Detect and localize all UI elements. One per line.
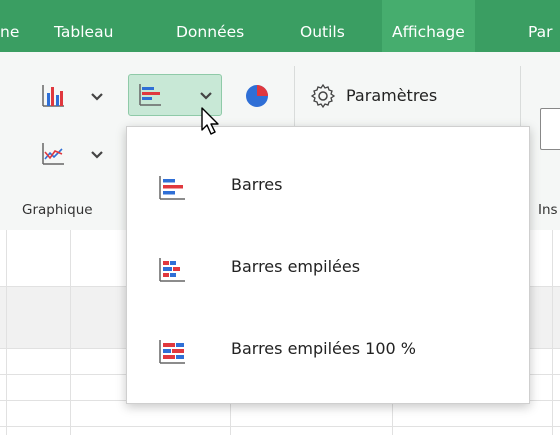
line-chart-button[interactable]	[40, 136, 104, 172]
insert-object-icon[interactable]	[540, 108, 560, 150]
chevron-down-icon	[91, 93, 103, 101]
bar-chart-icon	[139, 84, 161, 106]
menu-file-partial[interactable]: ne	[0, 0, 19, 52]
dropdown-item-label: Barres empilées 100 %	[231, 339, 416, 358]
dropdown-item-barres-empilees[interactable]: Barres empilées	[127, 233, 529, 305]
chart-settings-button[interactable]: Paramètres	[310, 78, 490, 114]
dropdown-item-label: Barres empilées	[231, 257, 361, 276]
line-chart-icon	[42, 143, 64, 165]
grid-line	[0, 426, 560, 427]
dropdown-item-barres[interactable]: Barres	[127, 151, 529, 223]
bar-chart-icon	[159, 176, 185, 200]
grid-line	[70, 230, 71, 435]
settings-label: Paramètres	[346, 86, 438, 105]
menu-tableau[interactable]: Tableau	[54, 0, 113, 52]
stacked-bar-100-chart-icon	[159, 340, 185, 364]
pie-chart-icon	[246, 85, 268, 107]
dropdown-item-label: Barres	[231, 175, 283, 194]
column-chart-button[interactable]	[40, 78, 104, 114]
pie-chart-button[interactable]	[244, 78, 274, 114]
grid-line	[6, 230, 7, 435]
group-label-insert: Ins	[538, 202, 558, 218]
gear-icon	[310, 83, 336, 109]
menu-outils[interactable]: Outils	[300, 0, 345, 52]
menu-partial-right[interactable]: Par	[528, 0, 553, 52]
menu-affichage[interactable]: Affichage	[382, 0, 475, 52]
mouse-cursor-icon	[201, 107, 219, 135]
column-chart-icon	[42, 85, 64, 107]
chevron-down-icon	[200, 92, 212, 100]
menu-donnees[interactable]: Données	[176, 0, 244, 52]
menu-bar: ne Tableau Données Outils Affichage Par	[0, 0, 560, 52]
dropdown-item-barres-empilees-100[interactable]: Barres empilées 100 %	[127, 315, 529, 387]
chevron-down-icon	[91, 151, 103, 159]
grid-line	[552, 230, 553, 435]
bar-chart-dropdown: Barres Barres empilées Barres empilées 1…	[126, 126, 530, 404]
group-label-chart: Graphique	[22, 202, 93, 218]
stacked-bar-chart-icon	[159, 258, 185, 282]
